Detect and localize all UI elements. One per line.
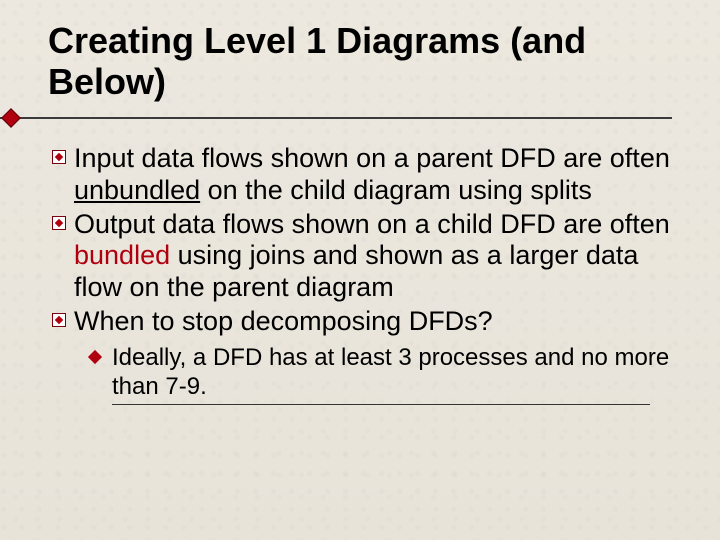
diamond-bullet-icon	[88, 350, 102, 364]
bullet-text-pre: Output data flows shown on a child DFD a…	[74, 209, 670, 239]
bullet-text-pre: When to stop decomposing DFDs?	[74, 306, 493, 336]
bullet-item: When to stop decomposing DFDs?	[54, 306, 672, 338]
slide-title: Creating Level 1 Diagrams (and Below)	[48, 20, 672, 103]
rule-line	[0, 117, 672, 119]
sub-bullet-text: Ideally, a DFD has at least 3 processes …	[112, 344, 669, 400]
rule-diamond-icon	[1, 108, 21, 128]
bullet-keyword: bundled	[74, 240, 170, 270]
sub-bullet-item: Ideally, a DFD has at least 3 processes …	[92, 344, 672, 405]
slide: Creating Level 1 Diagrams (and Below) In…	[0, 0, 720, 435]
bullet-text-post: on the child diagram using splits	[200, 175, 592, 205]
bullet-keyword: unbundled	[74, 175, 200, 205]
sub-bullet-list: Ideally, a DFD has at least 3 processes …	[48, 344, 672, 405]
bullet-item: Output data flows shown on a child DFD a…	[54, 209, 672, 305]
title-rule	[48, 111, 672, 125]
sub-underline-rule	[112, 404, 650, 405]
bullet-text-pre: Input data flows shown on a parent DFD a…	[74, 143, 670, 173]
square-diamond-bullet-icon	[52, 216, 66, 230]
bullet-item: Input data flows shown on a parent DFD a…	[54, 143, 672, 207]
bullet-list: Input data flows shown on a parent DFD a…	[48, 143, 672, 338]
square-diamond-bullet-icon	[52, 313, 66, 327]
square-diamond-bullet-icon	[52, 150, 66, 164]
